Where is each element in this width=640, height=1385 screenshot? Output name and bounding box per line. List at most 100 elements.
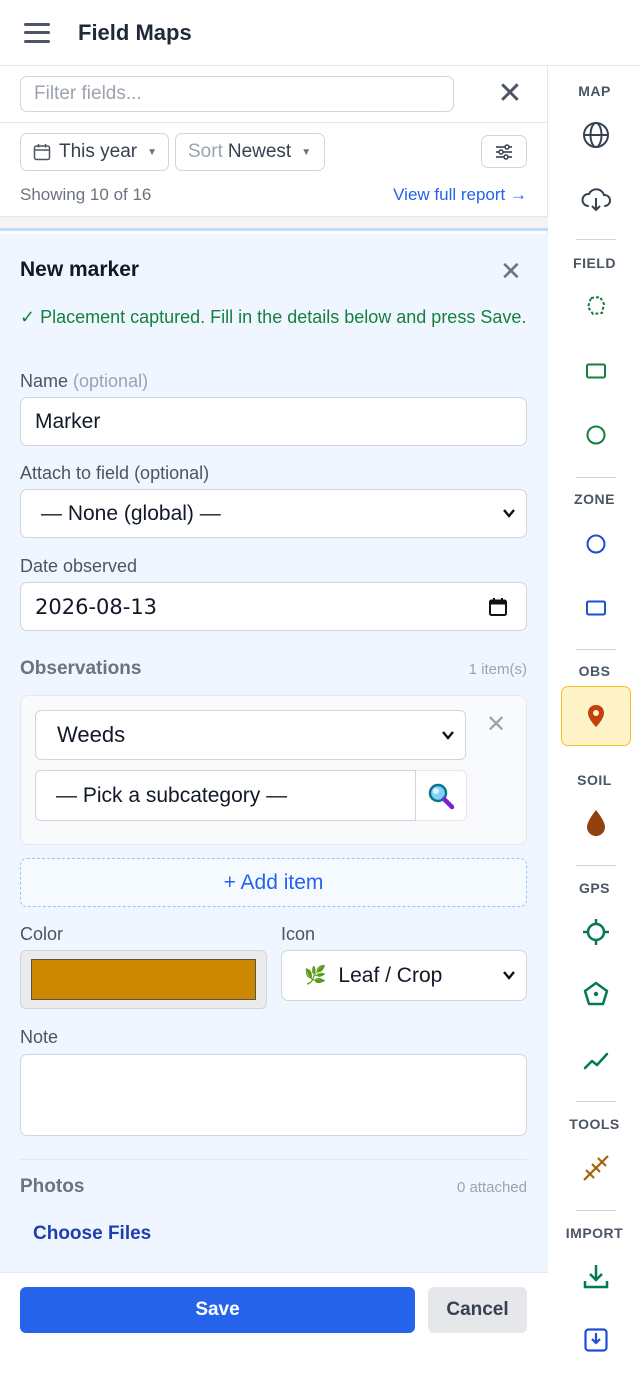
toolbar-label-gps: GPS [578, 880, 611, 896]
note-textarea[interactable] [20, 1054, 527, 1136]
tool-rail: MAP FIELD ZONE OBS SOIL GPS TOOLS IMPORT [549, 66, 640, 1385]
import-file-button[interactable] [561, 1311, 631, 1369]
toolbar-label-soil: SOIL [577, 772, 612, 788]
year-filter-label: This year [59, 141, 138, 162]
zone-circle-button[interactable] [561, 515, 631, 573]
new-marker-form: New marker ✕ ✓ Placement captured. Fill … [0, 234, 548, 1272]
color-picker[interactable] [20, 950, 267, 1009]
chevron-down-icon [442, 731, 454, 740]
caret-down-icon: ▼ [301, 146, 312, 158]
choose-files-button[interactable]: Choose Files [33, 1223, 151, 1245]
soil-sample-button[interactable] [561, 794, 631, 852]
name-value: Marker [35, 409, 101, 433]
section-gap [0, 217, 548, 231]
obs-marker-button[interactable] [561, 686, 631, 746]
trend-line-icon [583, 1052, 609, 1070]
chevron-down-icon [503, 509, 515, 518]
date-value: 2026-08-13 [35, 594, 158, 619]
gps-track-button[interactable] [561, 1032, 631, 1090]
photos-title: Photos [20, 1176, 85, 1197]
controls-row: This year ▼ Sort Newest ▼ Showing 10 of … [0, 123, 548, 217]
observation-subcategory-input[interactable]: — Pick a subcategory — [35, 770, 416, 821]
year-filter-button[interactable]: This year ▼ [20, 133, 169, 171]
fence-measure-icon [583, 1155, 609, 1181]
icon-label: Icon [281, 924, 316, 944]
import-download-button[interactable] [561, 1247, 631, 1305]
observations-title: Observations [20, 658, 142, 679]
map-pin-icon [588, 705, 604, 727]
observation-category-select[interactable]: Weeds [35, 710, 466, 760]
toolbar-label-tools: TOOLS [569, 1116, 620, 1132]
view-report-link[interactable]: View full report → [393, 185, 527, 205]
attach-value: — None (global) — [41, 501, 221, 525]
toolbar-divider [576, 1101, 616, 1102]
toolbar-divider [576, 239, 616, 240]
remove-observation-icon[interactable]: ✕ [486, 710, 506, 739]
sort-value: Newest [227, 141, 292, 162]
note-label: Note [20, 1027, 59, 1047]
calendar-icon [33, 144, 51, 161]
tools-measure-button[interactable] [561, 1139, 631, 1197]
freeform-shape-icon [586, 295, 606, 316]
photos-header: Photos 0 attached [20, 1176, 527, 1198]
sort-button[interactable]: Sort Newest ▼ [175, 133, 325, 171]
crosshair-icon [583, 919, 609, 945]
color-swatch [31, 959, 256, 1000]
date-label: Date observed [20, 556, 138, 576]
field-freeform-button[interactable] [561, 277, 631, 335]
rectangle-icon [586, 363, 606, 379]
toolbar-label-zone: ZONE [574, 491, 615, 507]
gps-boundary-button[interactable] [561, 965, 631, 1023]
observation-subcategory: — Pick a subcategory — [56, 783, 288, 807]
cancel-button[interactable]: Cancel [428, 1287, 527, 1333]
date-input[interactable]: 2026-08-13 [20, 582, 527, 631]
toolbar-label-obs: OBS [578, 663, 611, 679]
form-title: New marker [20, 258, 140, 281]
color-label: Color [20, 924, 64, 944]
pentagon-icon [583, 981, 609, 1006]
filter-input[interactable] [20, 76, 454, 112]
photos-count: 0 attached [456, 1178, 527, 1196]
observations-count: 1 item(s) [468, 660, 527, 678]
icon-select[interactable]: 🌿 Leaf / Crop [281, 950, 527, 1001]
app-title: Field Maps [78, 19, 192, 45]
caret-down-icon: ▼ [147, 146, 158, 158]
map-download-button[interactable] [561, 171, 631, 229]
observation-item: Weeds ✕ — Pick a subcategory — [20, 695, 527, 845]
close-icon[interactable]: ✕ [500, 256, 522, 287]
add-item-button[interactable]: + Add item [20, 858, 527, 907]
filter-settings-button[interactable] [481, 135, 527, 168]
import-box-icon [584, 1328, 608, 1352]
attach-field-select[interactable]: — None (global) — [20, 489, 527, 538]
cloud-download-icon [581, 188, 611, 212]
toolbar-divider [576, 865, 616, 866]
close-icon[interactable]: ✕ [494, 76, 526, 112]
field-rectangle-button[interactable] [561, 342, 631, 400]
icon-value: Leaf / Crop [338, 963, 443, 987]
left-panel: ✕ This year ▼ Sort Newest ▼ Showing 10 o… [0, 66, 548, 1385]
zone-rectangle-button[interactable] [561, 579, 631, 637]
sliders-icon [496, 143, 512, 160]
app-header: Field Maps [0, 0, 640, 66]
form-footer: Save Cancel [0, 1272, 548, 1385]
subcategory-search-button[interactable] [416, 770, 467, 821]
toolbar-label-map: MAP [578, 83, 611, 99]
map-globe-button[interactable] [561, 106, 631, 164]
showing-count: Showing 10 of 16 [20, 185, 152, 204]
name-input[interactable]: Marker [20, 397, 527, 446]
field-circle-button[interactable] [561, 406, 631, 464]
filter-row: ✕ [0, 66, 548, 123]
calendar-icon[interactable] [488, 597, 508, 617]
leaf-icon: 🌿 [304, 965, 327, 985]
globe-icon [583, 122, 609, 148]
save-button[interactable]: Save [20, 1287, 415, 1333]
observation-category: Weeds [57, 722, 126, 747]
rectangle-icon [586, 600, 606, 616]
name-optional: (optional) [73, 371, 149, 391]
observations-header: Observations 1 item(s) [20, 658, 527, 680]
gps-locate-button[interactable] [561, 903, 631, 961]
download-icon [583, 1265, 609, 1289]
toolbar-divider [576, 477, 616, 478]
circle-icon [586, 425, 606, 445]
hamburger-icon[interactable] [24, 22, 50, 43]
